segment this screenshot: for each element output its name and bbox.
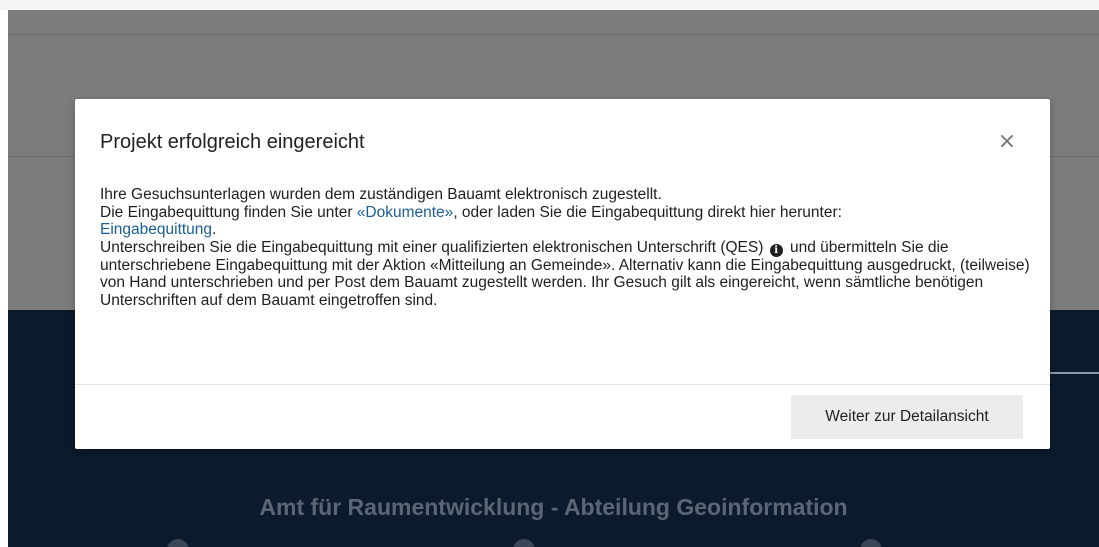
body-text: Ihre Gesuchsunterlagen wurden dem zustän… <box>100 186 1030 309</box>
divider-line <box>8 34 1099 35</box>
detail-view-button[interactable]: Weiter zur Detailansicht <box>791 395 1023 439</box>
documents-link[interactable]: «Dokumente» <box>357 204 454 221</box>
body-line-2: Die Eingabequittung finden Sie unter <box>100 203 357 221</box>
footer-divider <box>75 384 1050 385</box>
success-dialog: Projekt erfolgreich eingereicht × Ihre G… <box>75 99 1050 449</box>
dialog-title: Projekt erfolgreich eingereicht <box>100 131 365 153</box>
footer-title: Amt für Raumentwicklung - Abteilung Geoi… <box>259 494 848 520</box>
body-line-2-end: , oder laden Sie die Eingabequittung dir… <box>453 203 842 221</box>
info-icon[interactable]: i <box>769 243 783 257</box>
footer-rule <box>1045 372 1099 374</box>
close-icon[interactable]: × <box>996 129 1018 155</box>
top-strip <box>0 0 1099 10</box>
body-line-1: Ihre Gesuchsunterlagen wurden dem zustän… <box>100 186 662 203</box>
receipt-download-link[interactable]: Eingabequittung <box>100 221 212 238</box>
page: Amt für Raumentwicklung - Abteilung Geoi… <box>0 0 1099 547</box>
receipt-period: . <box>212 221 217 238</box>
dialog-body: Ihre Gesuchsunterlagen wurden dem zustän… <box>100 186 1030 309</box>
signature-text: Unterschreiben Sie die Eingabequittung m… <box>100 238 764 256</box>
